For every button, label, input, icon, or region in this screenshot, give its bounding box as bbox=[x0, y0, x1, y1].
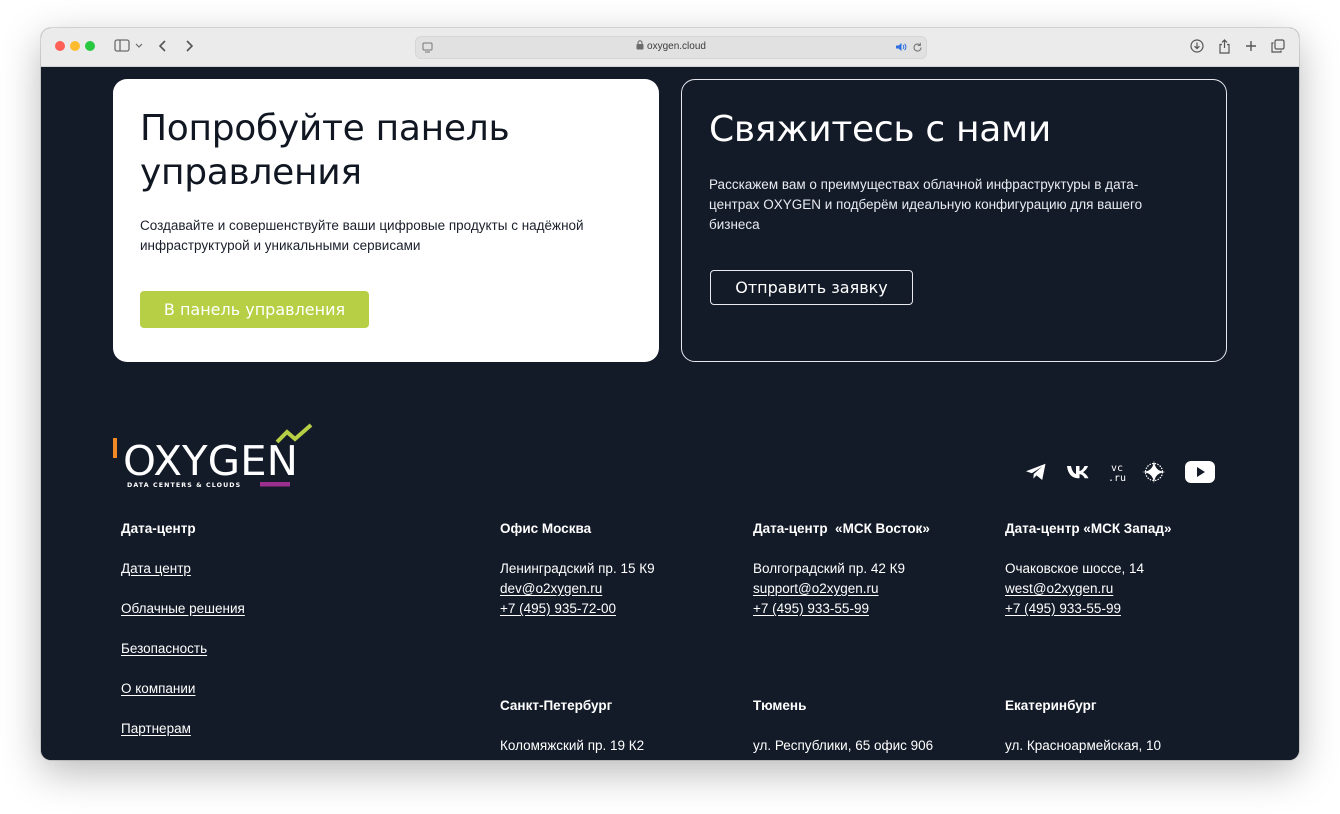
send-request-button[interactable]: Отправить заявку bbox=[710, 270, 913, 305]
forward-icon[interactable] bbox=[181, 35, 197, 57]
dc-msk-west-address: Очаковское шоссе, 14 bbox=[1005, 561, 1145, 576]
dc-msk-east-email[interactable]: support@o2xygen.ru bbox=[753, 581, 879, 596]
vk-icon[interactable] bbox=[1063, 457, 1093, 487]
share-icon[interactable] bbox=[1216, 35, 1232, 57]
svg-text:DATA CENTERS & CLOUDS: DATA CENTERS & CLOUDS bbox=[127, 482, 241, 489]
dc-msk-east-phone[interactable]: +7 (495) 933-55-99 bbox=[753, 601, 869, 616]
address-bar[interactable]: oxygen.cloud bbox=[415, 36, 927, 59]
office-spb-title: Санкт-Петербург bbox=[500, 698, 613, 713]
footer-link-data-center[interactable]: Дата центр bbox=[121, 561, 191, 576]
office-moscow-phone[interactable]: +7 (495) 935-72-00 bbox=[500, 601, 616, 616]
office-moscow-email[interactable]: dev@o2xygen.ru bbox=[500, 581, 602, 596]
office-spb-address: Коломяжский пр. 19 К2 bbox=[500, 738, 645, 753]
svg-text:.ru: .ru bbox=[1108, 473, 1126, 484]
control-panel-title: Попробуйте панель управления bbox=[140, 108, 510, 193]
zoom-window-button[interactable] bbox=[85, 41, 95, 51]
page-content: Попробуйте панель управления Создавайте … bbox=[41, 67, 1299, 760]
contact-description: Расскажем вам о преимуществах облачной и… bbox=[709, 177, 1143, 232]
office-tyumen-address: ул. Республики, 65 офис 906 bbox=[753, 738, 934, 753]
contact-title: Свяжитесь с нами bbox=[709, 109, 1051, 150]
lock-icon bbox=[636, 40, 644, 53]
control-panel-card: Попробуйте панель управления Создавайте … bbox=[113, 79, 659, 362]
browser-toolbar: oxygen.cloud bbox=[41, 28, 1299, 67]
dc-msk-east-title: Дата-центр «МСК Восток» bbox=[753, 521, 930, 536]
dc-msk-west-phone[interactable]: +7 (495) 933-55-99 bbox=[1005, 601, 1121, 616]
contact-card: Свяжитесь с нами Расскажем вам о преимущ… bbox=[681, 79, 1227, 362]
office-moscow-title: Офис Москва bbox=[500, 521, 592, 536]
new-tab-icon[interactable] bbox=[1243, 35, 1259, 57]
dc-msk-west-email[interactable]: west@o2xygen.ru bbox=[1005, 581, 1113, 596]
close-window-button[interactable] bbox=[55, 41, 65, 51]
youtube-icon[interactable] bbox=[1182, 457, 1218, 487]
office-ekb-title: Екатеринбург bbox=[1005, 698, 1097, 713]
office-moscow-address: Ленинградский пр. 15 К9 bbox=[500, 561, 655, 576]
svg-text:OXYGEN: OXYGEN bbox=[123, 437, 298, 485]
reload-icon[interactable] bbox=[910, 38, 924, 56]
telegram-icon[interactable] bbox=[1023, 457, 1049, 487]
footer-link-security[interactable]: Безопасность bbox=[121, 641, 207, 656]
control-panel-description: Создавайте и совершенствуйте ваши цифров… bbox=[140, 218, 584, 253]
back-icon[interactable] bbox=[155, 35, 171, 57]
office-tyumen-title: Тюмень bbox=[753, 698, 807, 713]
downloads-icon[interactable] bbox=[1189, 35, 1205, 57]
tab-overview-icon[interactable] bbox=[1270, 35, 1286, 57]
oxygen-logo-graphic: OXYGEN DATA CENTERS & CLOUDS bbox=[113, 423, 313, 489]
footer-link-cloud-solutions[interactable]: Облачные решения bbox=[121, 601, 245, 616]
dzen-icon[interactable] bbox=[1139, 457, 1169, 487]
speaker-icon[interactable] bbox=[894, 38, 908, 56]
footer-link-about[interactable]: О компании bbox=[121, 681, 195, 696]
vc-ru-icon[interactable]: vc .ru bbox=[1107, 457, 1133, 487]
url-text: oxygen.cloud bbox=[647, 41, 706, 52]
dc-msk-east-address: Волгоградский пр. 42 К9 bbox=[753, 561, 905, 576]
control-panel-button[interactable]: В панель управления bbox=[140, 291, 369, 328]
sidebar-toggle-icon[interactable] bbox=[111, 35, 147, 57]
footer-link-partners[interactable]: Партнерам bbox=[121, 721, 191, 736]
browser-window: oxygen.cloud Попробуйте панель управлени… bbox=[41, 28, 1299, 760]
dc-msk-west-title: Дата-центр «МСК Запад» bbox=[1005, 521, 1172, 536]
footer-nav-heading: Дата-центр bbox=[121, 521, 196, 536]
office-ekb-address: ул. Красноармейская, 10 bbox=[1005, 738, 1162, 753]
minimize-window-button[interactable] bbox=[70, 41, 80, 51]
oxygen-logo[interactable]: OXYGEN DATA CENTERS & CLOUDS bbox=[113, 422, 318, 492]
